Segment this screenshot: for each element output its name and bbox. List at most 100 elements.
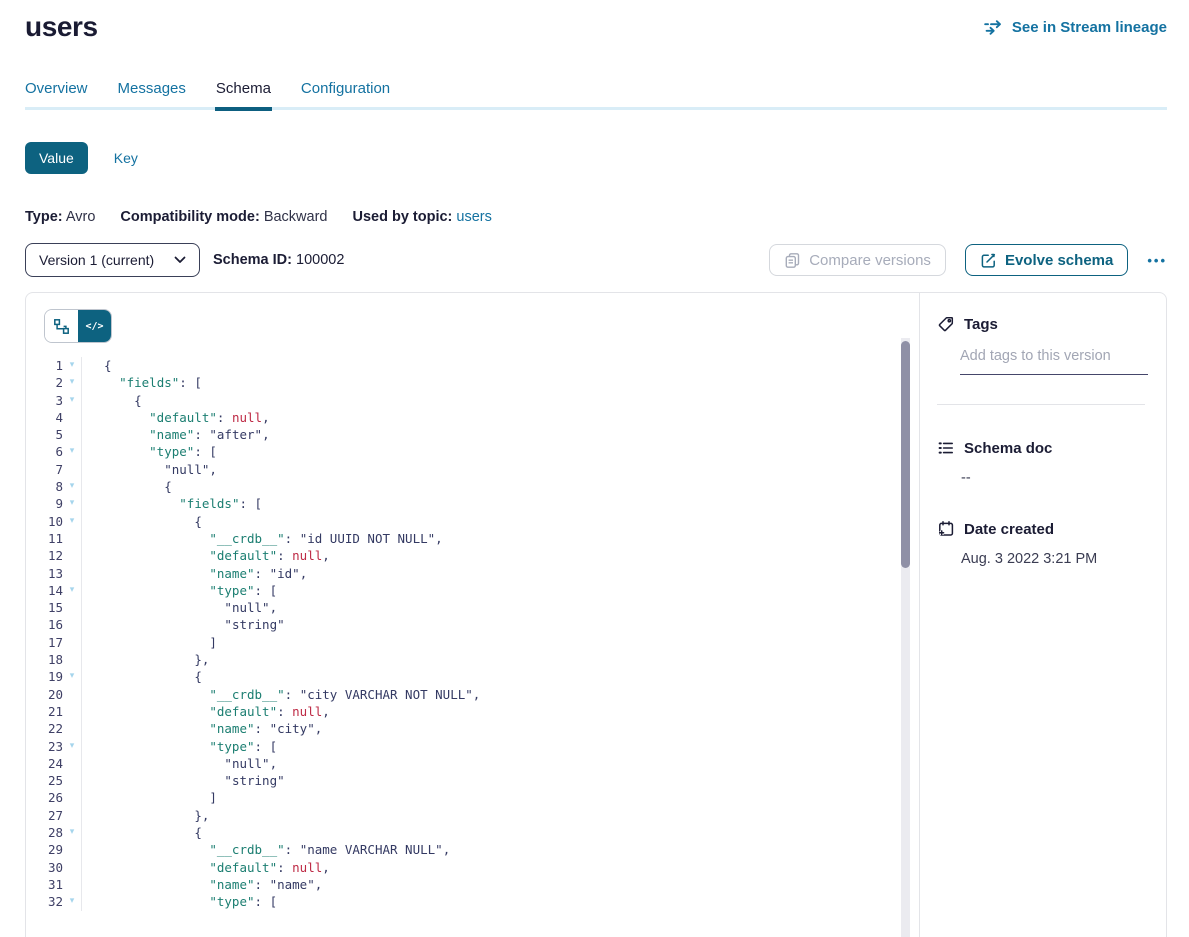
fold-toggle-icon[interactable]: ▾ <box>63 495 81 512</box>
tree-view-button[interactable] <box>45 310 78 342</box>
add-tags-input[interactable] <box>960 348 1148 375</box>
code-text: }, <box>81 807 209 824</box>
used-by-topic: Used by topic: users <box>352 209 491 225</box>
doc-list-icon <box>937 439 955 457</box>
page-title: users <box>25 11 98 43</box>
fold-spacer <box>63 547 81 564</box>
code-line: 2▾ "fields": [ <box>26 374 919 391</box>
tab-messages[interactable]: Messages <box>118 80 186 97</box>
fold-toggle-icon[interactable]: ▾ <box>63 738 81 755</box>
type-label: Type: <box>25 209 63 225</box>
code-line: 32▾ "type": [ <box>26 893 919 910</box>
line-number: 14 <box>26 582 63 599</box>
fold-spacer <box>63 841 81 858</box>
type-value: Avro <box>66 209 96 225</box>
schema-id: Schema ID: 100002 <box>213 252 344 268</box>
code-text: }, <box>81 651 209 668</box>
code-text: "type": [ <box>81 443 217 460</box>
line-number: 25 <box>26 772 63 789</box>
code-text: "type": [ <box>81 582 277 599</box>
code-line: 13 "name": "id", <box>26 565 919 582</box>
code-text: { <box>81 392 142 409</box>
fold-spacer <box>63 530 81 547</box>
line-number: 17 <box>26 634 63 651</box>
code-text: { <box>81 357 112 374</box>
schema-page: users See in Stream lineage Overview Mes… <box>0 0 1189 937</box>
code-line: 14▾ "type": [ <box>26 582 919 599</box>
code-text: "default": null, <box>81 859 330 876</box>
compatibility-value: Backward <box>264 209 328 225</box>
code-line: 11 "__crdb__": "id UUID NOT NULL", <box>26 530 919 547</box>
fold-toggle-icon[interactable]: ▾ <box>63 893 81 910</box>
tab-overview[interactable]: Overview <box>25 80 88 97</box>
fold-toggle-icon[interactable]: ▾ <box>63 443 81 460</box>
schema-id-label: Schema ID: <box>213 252 292 268</box>
value-toggle-button[interactable]: Value <box>25 142 88 174</box>
editor-scrollbar-thumb[interactable] <box>901 341 910 568</box>
code-text: "string" <box>81 772 285 789</box>
version-toolbar: Version 1 (current) Schema ID: 100002 <box>25 243 1167 277</box>
compare-versions-button[interactable]: Compare versions <box>769 244 946 276</box>
line-number: 30 <box>26 859 63 876</box>
editor-scrollbar-track[interactable] <box>901 338 910 937</box>
code-line: 16 "string" <box>26 616 919 633</box>
line-number: 1 <box>26 357 63 374</box>
compare-versions-label: Compare versions <box>809 252 931 269</box>
fold-toggle-icon[interactable]: ▾ <box>63 478 81 495</box>
fold-spacer <box>63 426 81 443</box>
line-number: 15 <box>26 599 63 616</box>
code-text: "type": [ <box>81 893 277 910</box>
edit-schema-icon <box>980 252 997 269</box>
version-select[interactable]: Version 1 (current) <box>25 243 200 277</box>
used-by-topic-label: Used by topic: <box>352 209 452 225</box>
schema-detail-panel: </> 1▾{2▾ "fields": [3▾ {4 "default": nu… <box>25 292 1167 937</box>
evolve-schema-button[interactable]: Evolve schema <box>965 244 1128 276</box>
more-actions-button[interactable]: ••• <box>1147 249 1167 272</box>
line-number: 29 <box>26 841 63 858</box>
line-number: 10 <box>26 513 63 530</box>
code-text: "__crdb__": "id UUID NOT NULL", <box>81 530 443 547</box>
fold-toggle-icon[interactable]: ▾ <box>63 392 81 409</box>
code-line: 31 "name": "name", <box>26 876 919 893</box>
fold-toggle-icon[interactable]: ▾ <box>63 513 81 530</box>
code-line: 10▾ { <box>26 513 919 530</box>
fold-toggle-icon[interactable]: ▾ <box>63 668 81 685</box>
line-number: 18 <box>26 651 63 668</box>
schema-doc-header: Schema doc <box>937 439 1148 457</box>
line-number: 22 <box>26 720 63 737</box>
code-text: { <box>81 668 202 685</box>
fold-spacer <box>63 789 81 806</box>
tree-view-icon <box>53 318 70 335</box>
fold-toggle-icon[interactable]: ▾ <box>63 582 81 599</box>
key-toggle-button[interactable]: Key <box>114 150 138 166</box>
tab-schema[interactable]: Schema <box>216 80 271 97</box>
code-line: 17 ] <box>26 634 919 651</box>
fold-toggle-icon[interactable]: ▾ <box>63 374 81 391</box>
line-number: 6 <box>26 443 63 460</box>
version-toolbar-left: Version 1 (current) Schema ID: 100002 <box>25 243 344 277</box>
fold-toggle-icon[interactable]: ▾ <box>63 824 81 841</box>
date-created-value: Aug. 3 2022 3:21 PM <box>961 551 1148 567</box>
line-number: 8 <box>26 478 63 495</box>
page-header: users See in Stream lineage <box>25 0 1167 44</box>
line-number: 27 <box>26 807 63 824</box>
code-line: 18 }, <box>26 651 919 668</box>
code-line: 25 "string" <box>26 772 919 789</box>
tab-configuration[interactable]: Configuration <box>301 80 390 97</box>
topic-link[interactable]: users <box>456 209 491 225</box>
code-line: 29 "__crdb__": "name VARCHAR NULL", <box>26 841 919 858</box>
fold-toggle-icon[interactable]: ▾ <box>63 357 81 374</box>
tag-icon <box>937 315 955 333</box>
code-text: "__crdb__": "city VARCHAR NOT NULL", <box>81 686 480 703</box>
version-toolbar-right: Compare versions Evolve schema ••• <box>769 244 1167 276</box>
schema-id-value: 100002 <box>296 252 344 268</box>
code-text: "default": null, <box>81 547 330 564</box>
code-line: 23▾ "type": [ <box>26 738 919 755</box>
stream-lineage-link[interactable]: See in Stream lineage <box>984 19 1167 36</box>
compatibility-mode: Compatibility mode: Backward <box>120 209 327 225</box>
code-view-button[interactable]: </> <box>78 310 111 342</box>
fold-spacer <box>63 409 81 426</box>
code-line: 12 "default": null, <box>26 547 919 564</box>
version-sidebar: Tags Schema doc -- <box>920 293 1166 937</box>
code-line: 26 ] <box>26 789 919 806</box>
